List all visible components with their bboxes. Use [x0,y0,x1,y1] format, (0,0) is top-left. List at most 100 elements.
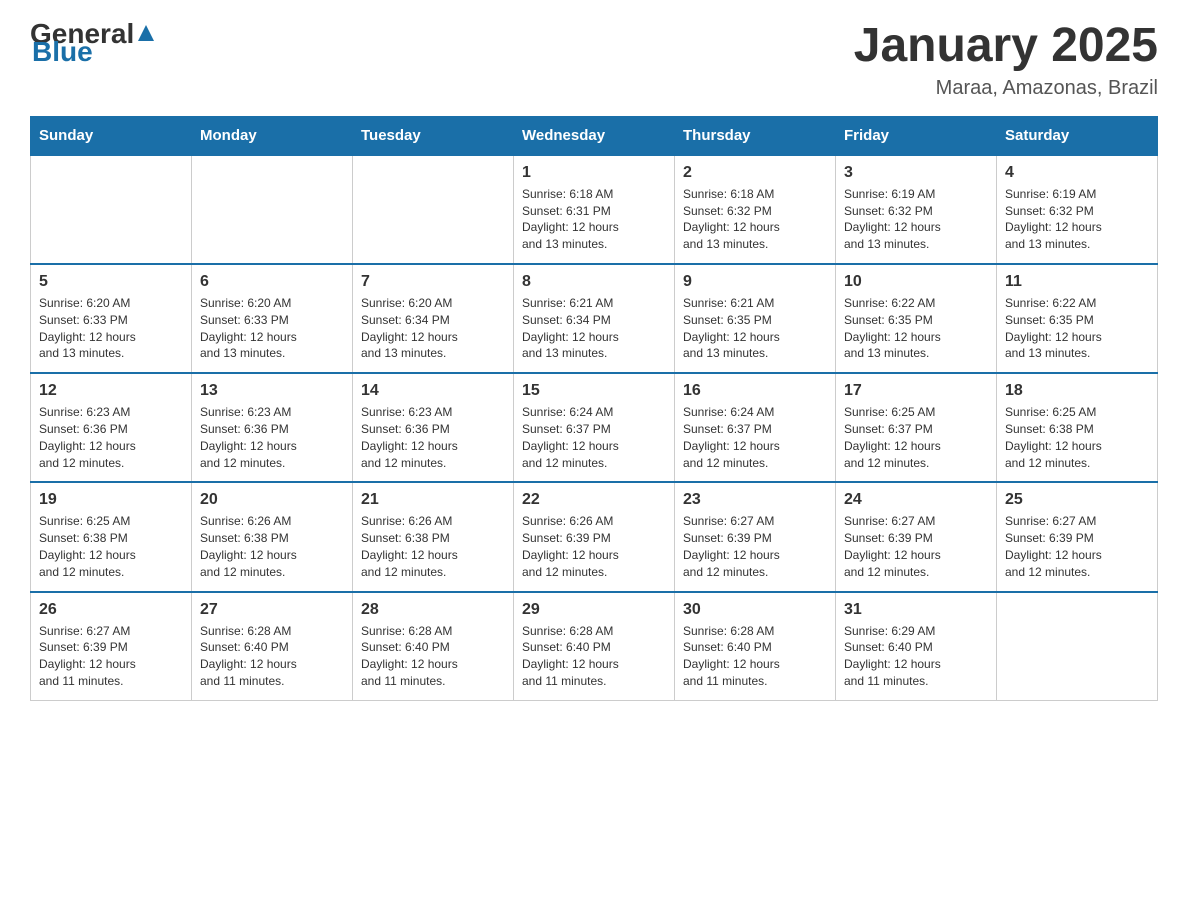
calendar-cell: 2Sunrise: 6:18 AM Sunset: 6:32 PM Daylig… [675,155,836,264]
day-number: 20 [200,491,344,509]
calendar-cell: 8 Sunrise: 6:21 AM Sunset: 6:34 PM Daylig… [514,264,675,373]
calendar-cell: 19 Sunrise: 6:25 AM Sunset: 6:38 PM Dayli… [31,482,192,591]
day-number: 10 [844,273,988,291]
day-number: 21 [361,491,505,509]
calendar-cell: 1 Sunrise: 6:18 AM Sunset: 6:31 PM Daylig… [514,155,675,264]
calendar-cell: 14 Sunrise: 6:23 AM Sunset: 6:36 PM Dayli… [353,373,514,482]
day-number: 7 [361,273,505,291]
calendar-cell: 21 Sunrise: 6:26 AM Sunset: 6:38 PM Dayli… [353,482,514,591]
calendar-cell: 26Sunrise: 6:27 AM Sunset: 6:39 PM Dayli… [31,592,192,701]
calendar-cell: 28 Sunrise: 6:28 AM Sunset: 6:40 PM Dayli… [353,592,514,701]
calendar-cell: 12 Sunrise: 6:23 AM Sunset: 6:36 PM Dayli… [31,373,192,482]
calendar-cell: 31Sunrise: 6:29 AM Sunset: 6:40 PM Dayli… [836,592,997,701]
day-info: Sunrise: 6:27 AM Sunset: 6:39 PM Dayligh… [1005,513,1149,580]
logo: General Blue [30,20,154,66]
day-info: Sunrise: 6:20 AM Sunset: 6:33 PM Dayligh… [39,295,183,362]
day-number: 14 [361,382,505,400]
page-header: General Blue January 2025 Maraa, Amazona… [30,20,1158,100]
day-info: Sunrise: 6:23 AM Sunset: 6:36 PM Dayligh… [39,404,183,471]
day-info: Sunrise: 6:25 AM Sunset: 6:38 PM Dayligh… [39,513,183,580]
calendar-cell: 25 Sunrise: 6:27 AM Sunset: 6:39 PM Dayli… [997,482,1158,591]
day-info: Sunrise: 6:19 AM Sunset: 6:32 PM Dayligh… [1005,186,1149,253]
day-number: 22 [522,491,666,509]
day-number: 16 [683,382,827,400]
day-number: 23 [683,491,827,509]
day-number: 6 [200,273,344,291]
calendar-week-row: 26Sunrise: 6:27 AM Sunset: 6:39 PM Dayli… [31,592,1158,701]
day-info: Sunrise: 6:28 AM Sunset: 6:40 PM Dayligh… [200,623,344,690]
day-info: Sunrise: 6:28 AM Sunset: 6:40 PM Dayligh… [522,623,666,690]
day-info: Sunrise: 6:21 AM Sunset: 6:35 PM Dayligh… [683,295,827,362]
logo-blue-text: Blue [32,38,93,66]
day-number: 30 [683,601,827,619]
calendar-cell: 5 Sunrise: 6:20 AM Sunset: 6:33 PM Daylig… [31,264,192,373]
calendar-cell: 23Sunrise: 6:27 AM Sunset: 6:39 PM Dayli… [675,482,836,591]
calendar-table: SundayMondayTuesdayWednesdayThursdayFrid… [30,116,1158,701]
calendar-cell: 4 Sunrise: 6:19 AM Sunset: 6:32 PM Daylig… [997,155,1158,264]
day-number: 1 [522,164,666,182]
day-number: 28 [361,601,505,619]
calendar-cell: 9 Sunrise: 6:21 AM Sunset: 6:35 PM Daylig… [675,264,836,373]
month-title: January 2025 [854,20,1158,73]
day-info: Sunrise: 6:25 AM Sunset: 6:38 PM Dayligh… [1005,404,1149,471]
day-info: Sunrise: 6:21 AM Sunset: 6:34 PM Dayligh… [522,295,666,362]
day-number: 11 [1005,273,1149,291]
day-info: Sunrise: 6:28 AM Sunset: 6:40 PM Dayligh… [683,623,827,690]
day-info: Sunrise: 6:27 AM Sunset: 6:39 PM Dayligh… [39,623,183,690]
day-number: 5 [39,273,183,291]
day-number: 18 [1005,382,1149,400]
day-number: 27 [200,601,344,619]
calendar-cell: 16 Sunrise: 6:24 AM Sunset: 6:37 PM Dayli… [675,373,836,482]
weekday-header-row: SundayMondayTuesdayWednesdayThursdayFrid… [31,116,1158,155]
day-info: Sunrise: 6:26 AM Sunset: 6:38 PM Dayligh… [200,513,344,580]
weekday-header-friday: Friday [836,116,997,155]
day-info: Sunrise: 6:19 AM Sunset: 6:32 PM Dayligh… [844,186,988,253]
day-info: Sunrise: 6:20 AM Sunset: 6:33 PM Dayligh… [200,295,344,362]
calendar-cell: 15 Sunrise: 6:24 AM Sunset: 6:37 PM Dayli… [514,373,675,482]
calendar-week-row: 5 Sunrise: 6:20 AM Sunset: 6:33 PM Daylig… [31,264,1158,373]
day-info: Sunrise: 6:22 AM Sunset: 6:35 PM Dayligh… [1005,295,1149,362]
calendar-cell [997,592,1158,701]
day-number: 25 [1005,491,1149,509]
day-info: Sunrise: 6:24 AM Sunset: 6:37 PM Dayligh… [522,404,666,471]
calendar-week-row: 12 Sunrise: 6:23 AM Sunset: 6:36 PM Dayli… [31,373,1158,482]
day-info: Sunrise: 6:26 AM Sunset: 6:38 PM Dayligh… [361,513,505,580]
calendar-cell: 13 Sunrise: 6:23 AM Sunset: 6:36 PM Dayli… [192,373,353,482]
day-info: Sunrise: 6:22 AM Sunset: 6:35 PM Dayligh… [844,295,988,362]
weekday-header-monday: Monday [192,116,353,155]
calendar-cell: 24Sunrise: 6:27 AM Sunset: 6:39 PM Dayli… [836,482,997,591]
day-info: Sunrise: 6:26 AM Sunset: 6:39 PM Dayligh… [522,513,666,580]
weekday-header-thursday: Thursday [675,116,836,155]
day-number: 15 [522,382,666,400]
day-info: Sunrise: 6:29 AM Sunset: 6:40 PM Dayligh… [844,623,988,690]
calendar-cell: 22 Sunrise: 6:26 AM Sunset: 6:39 PM Dayli… [514,482,675,591]
day-number: 8 [522,273,666,291]
day-info: Sunrise: 6:18 AM Sunset: 6:31 PM Dayligh… [522,186,666,253]
calendar-cell: 18 Sunrise: 6:25 AM Sunset: 6:38 PM Dayli… [997,373,1158,482]
day-number: 29 [522,601,666,619]
calendar-cell: 17Sunrise: 6:25 AM Sunset: 6:37 PM Dayli… [836,373,997,482]
day-number: 12 [39,382,183,400]
weekday-header-wednesday: Wednesday [514,116,675,155]
day-number: 2 [683,164,827,182]
day-info: Sunrise: 6:28 AM Sunset: 6:40 PM Dayligh… [361,623,505,690]
day-info: Sunrise: 6:23 AM Sunset: 6:36 PM Dayligh… [200,404,344,471]
calendar-week-row: 19 Sunrise: 6:25 AM Sunset: 6:38 PM Dayli… [31,482,1158,591]
day-number: 13 [200,382,344,400]
calendar-cell [192,155,353,264]
calendar-cell: 11 Sunrise: 6:22 AM Sunset: 6:35 PM Dayli… [997,264,1158,373]
day-number: 19 [39,491,183,509]
day-number: 4 [1005,164,1149,182]
calendar-cell: 20 Sunrise: 6:26 AM Sunset: 6:38 PM Dayli… [192,482,353,591]
day-info: Sunrise: 6:27 AM Sunset: 6:39 PM Dayligh… [844,513,988,580]
calendar-week-row: 1 Sunrise: 6:18 AM Sunset: 6:31 PM Daylig… [31,155,1158,264]
calendar-cell: 29 Sunrise: 6:28 AM Sunset: 6:40 PM Dayli… [514,592,675,701]
day-number: 17 [844,382,988,400]
day-number: 9 [683,273,827,291]
day-info: Sunrise: 6:24 AM Sunset: 6:37 PM Dayligh… [683,404,827,471]
day-info: Sunrise: 6:23 AM Sunset: 6:36 PM Dayligh… [361,404,505,471]
weekday-header-tuesday: Tuesday [353,116,514,155]
location-title: Maraa, Amazonas, Brazil [854,77,1158,100]
calendar-cell: 30 Sunrise: 6:28 AM Sunset: 6:40 PM Dayli… [675,592,836,701]
calendar-cell: 10 Sunrise: 6:22 AM Sunset: 6:35 PM Dayli… [836,264,997,373]
